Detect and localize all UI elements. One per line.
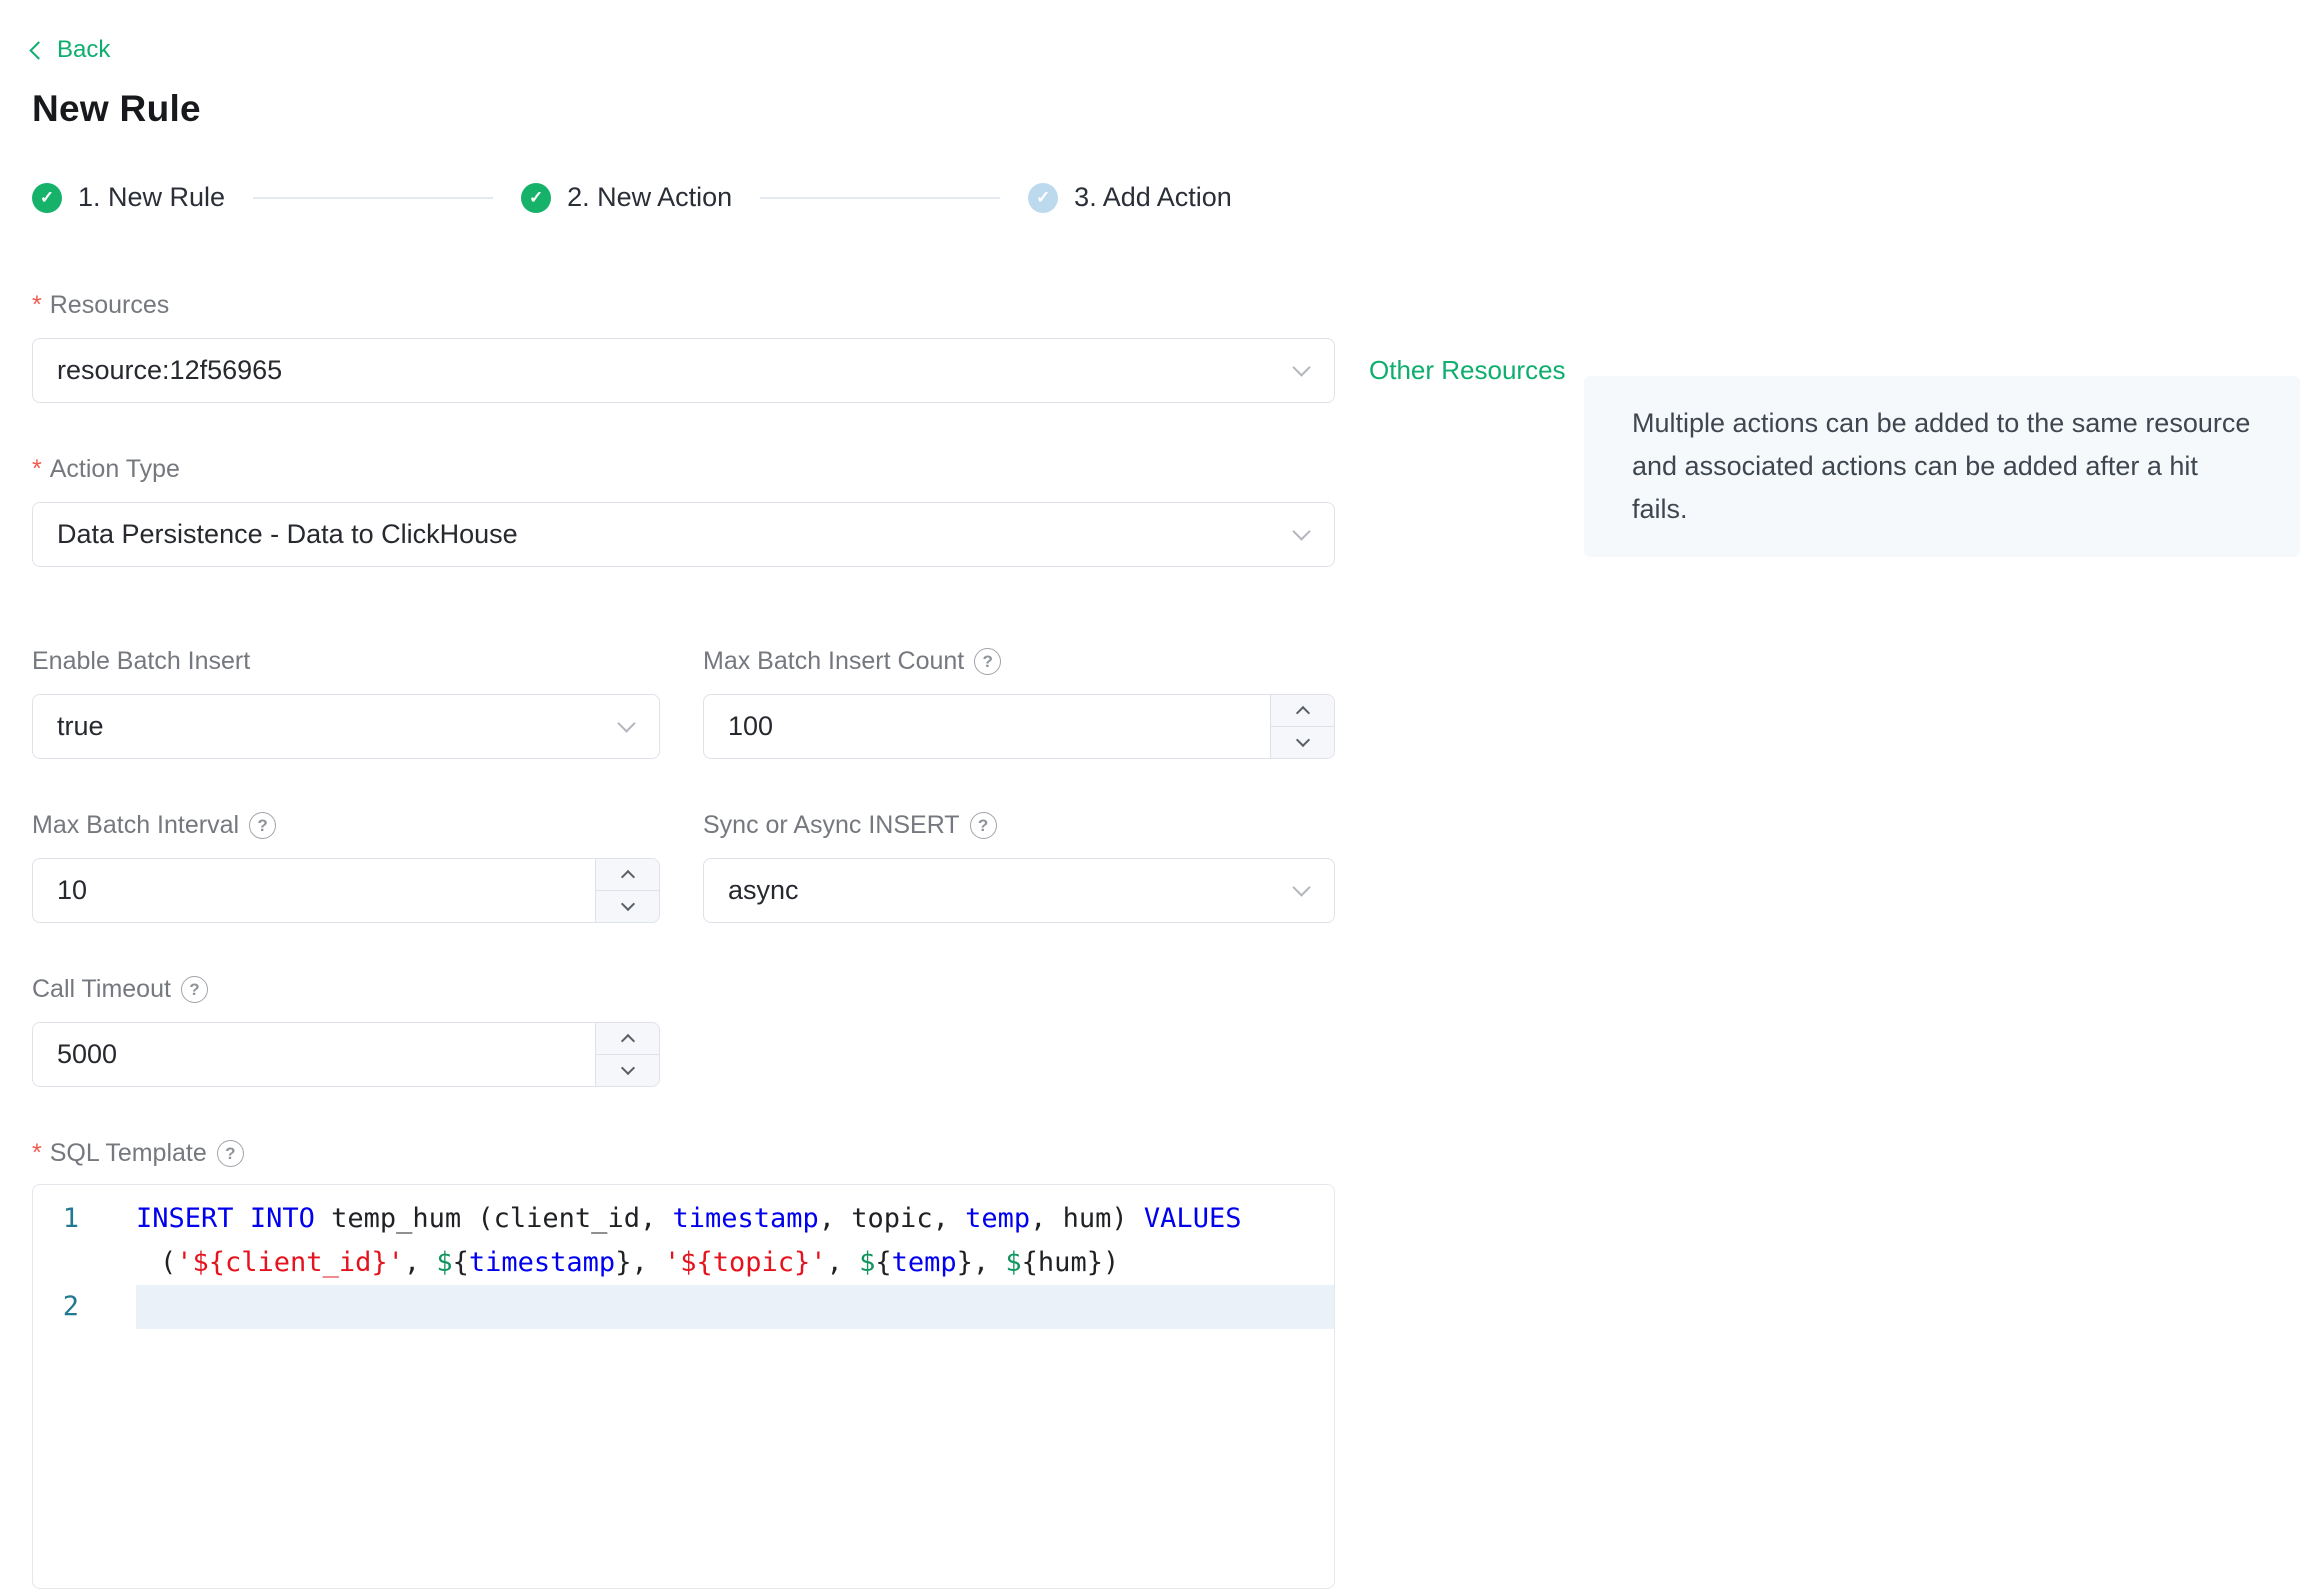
code-text: INSERT INTO temp_hum (client_id, timesta… xyxy=(136,1203,1242,1234)
code-line: 1 INSERT INTO temp_hum (client_id, timest… xyxy=(33,1197,1334,1241)
step-connector xyxy=(253,196,494,199)
sql-template-editor[interactable]: 1 INSERT INTO temp_hum (client_id, timest… xyxy=(32,1184,1335,1589)
chevron-down-icon xyxy=(1292,357,1311,377)
chevron-up-icon xyxy=(620,1033,635,1049)
new-rule-page: Back New Rule ✓ 1. New Rule ✓ 2. New Act… xyxy=(0,0,2310,1589)
chevron-down-icon xyxy=(1295,732,1310,748)
decrement-button[interactable] xyxy=(1271,727,1334,758)
stepper: ✓ 1. New Rule ✓ 2. New Action ✓ 3. Add A… xyxy=(32,182,2310,213)
line-number xyxy=(33,1241,136,1285)
required-asterisk: * xyxy=(32,1139,42,1167)
max-batch-count-label: Max Batch Insert Count ? xyxy=(703,647,1335,676)
chevron-up-icon xyxy=(1295,705,1310,721)
sync-async-label: Sync or Async INSERT ? xyxy=(703,811,1335,840)
chevron-down-icon xyxy=(1292,521,1311,541)
line-number: 2 xyxy=(62,1291,79,1322)
help-icon[interactable]: ? xyxy=(249,812,277,839)
number-spinner xyxy=(1270,695,1334,758)
page-title: New Rule xyxy=(32,88,201,129)
sql-template-label: * SQL Template ? xyxy=(32,1139,2310,1168)
increment-button[interactable] xyxy=(596,859,659,891)
required-asterisk: * xyxy=(32,291,42,319)
info-box: Multiple actions can be added to the sam… xyxy=(1584,376,2300,557)
step-new-rule[interactable]: ✓ 1. New Rule xyxy=(32,182,225,213)
chevron-down-icon xyxy=(620,1060,635,1076)
enable-batch-value: true xyxy=(57,711,104,741)
sync-async-select[interactable]: async xyxy=(703,858,1335,923)
max-batch-interval-input[interactable]: 10 xyxy=(32,858,660,923)
help-icon[interactable]: ? xyxy=(974,648,1002,675)
resources-select-value: resource:12f56965 xyxy=(57,355,283,385)
max-batch-count-value: 100 xyxy=(728,711,774,741)
sync-async-field: Sync or Async INSERT ? async xyxy=(703,811,1335,923)
chevron-down-icon xyxy=(620,896,635,912)
other-resources-link[interactable]: Other Resources xyxy=(1369,355,1566,386)
chevron-down-icon xyxy=(1292,877,1311,897)
chevron-down-icon xyxy=(617,713,636,733)
sync-async-value: async xyxy=(728,875,799,905)
call-timeout-value: 5000 xyxy=(57,1039,118,1069)
step-add-action[interactable]: ✓ 3. Add Action xyxy=(1028,182,1232,213)
resources-select[interactable]: resource:12f56965 xyxy=(32,338,1335,403)
number-spinner xyxy=(595,859,659,922)
number-spinner xyxy=(595,1023,659,1086)
line-number: 1 xyxy=(62,1203,79,1234)
enable-batch-field: Enable Batch Insert true xyxy=(32,647,660,759)
increment-button[interactable] xyxy=(1271,695,1334,727)
step-new-action[interactable]: ✓ 2. New Action xyxy=(521,182,732,213)
help-icon[interactable]: ? xyxy=(969,812,997,839)
step-label: 1. New Rule xyxy=(78,182,226,212)
code-line: 2 xyxy=(33,1285,1334,1329)
max-batch-interval-label: Max Batch Interval ? xyxy=(32,811,660,840)
required-asterisk: * xyxy=(32,455,42,483)
interval-row: Max Batch Interval ? 10 Sync or Async IN… xyxy=(32,811,2310,923)
check-icon: ✓ xyxy=(1028,182,1059,213)
back-label: Back xyxy=(57,36,111,63)
step-label: 2. New Action xyxy=(567,182,733,212)
help-icon[interactable]: ? xyxy=(180,976,208,1003)
code-text xyxy=(136,1285,1334,1329)
code-text: ('${client_id}', ${timestamp}, '${topic}… xyxy=(160,1247,1120,1278)
check-icon: ✓ xyxy=(32,182,62,213)
action-type-select[interactable]: Data Persistence - Data to ClickHouse xyxy=(32,502,1335,567)
increment-button[interactable] xyxy=(596,1023,659,1055)
chevron-up-icon xyxy=(620,869,635,885)
decrement-button[interactable] xyxy=(596,891,659,922)
max-batch-interval-field: Max Batch Interval ? 10 xyxy=(32,811,660,923)
help-icon[interactable]: ? xyxy=(216,1140,244,1167)
max-batch-interval-value: 10 xyxy=(57,875,88,905)
action-type-select-value: Data Persistence - Data to ClickHouse xyxy=(57,519,518,549)
enable-batch-label: Enable Batch Insert xyxy=(32,647,251,675)
back-link[interactable]: Back xyxy=(29,36,111,64)
resources-label: * Resources xyxy=(32,291,170,319)
step-connector xyxy=(760,196,1001,199)
back-chevron-icon xyxy=(29,40,48,60)
decrement-button[interactable] xyxy=(596,1055,659,1086)
batch-row: Enable Batch Insert true Max Batch Inser… xyxy=(32,647,2310,759)
step-label: 3. Add Action xyxy=(1074,182,1232,212)
max-batch-count-input[interactable]: 100 xyxy=(703,694,1335,759)
code-line: ('${client_id}', ${timestamp}, '${topic}… xyxy=(33,1241,1334,1285)
max-batch-count-field: Max Batch Insert Count ? 100 xyxy=(703,647,1335,759)
enable-batch-select[interactable]: true xyxy=(32,694,660,759)
call-timeout-label: Call Timeout ? xyxy=(32,975,2310,1004)
check-icon: ✓ xyxy=(521,182,552,213)
call-timeout-input[interactable]: 5000 xyxy=(32,1022,660,1087)
